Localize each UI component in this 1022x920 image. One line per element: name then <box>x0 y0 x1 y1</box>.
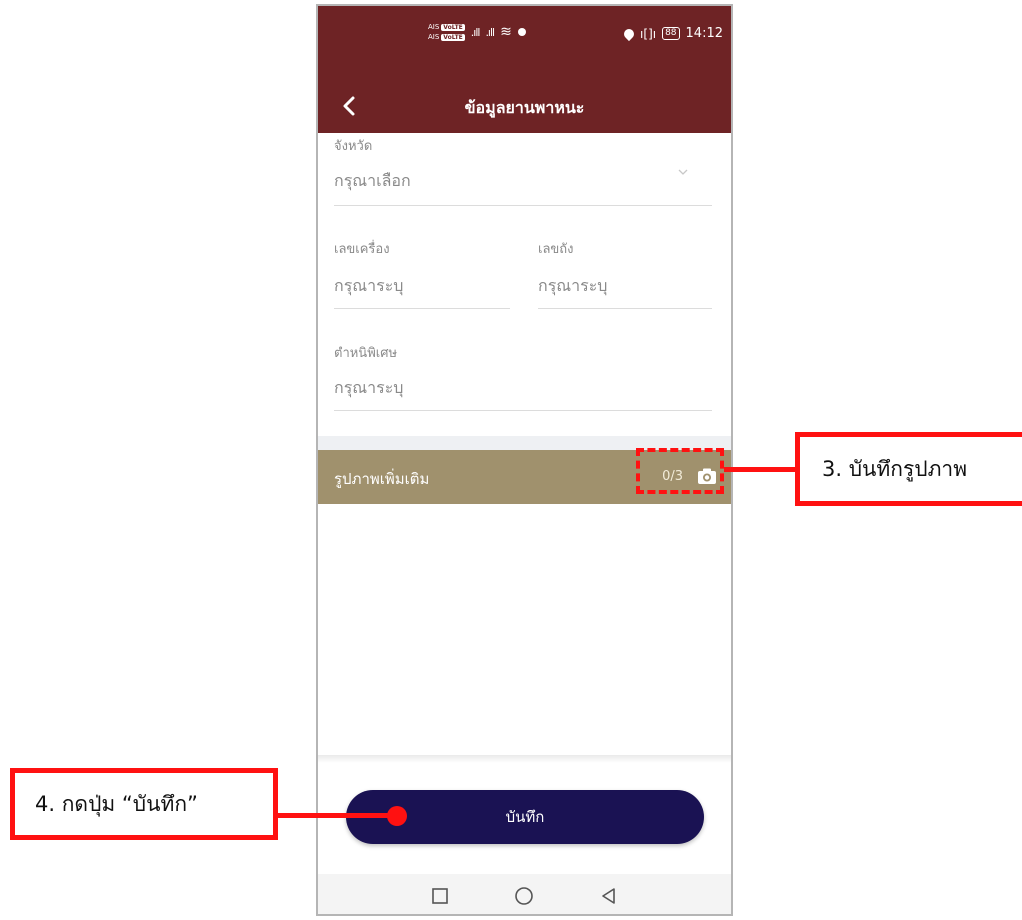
sim-indicators: AIS VoLTE AIS VoLTE <box>428 23 465 41</box>
nav-back-icon[interactable] <box>596 883 622 909</box>
chassis-no-underline <box>538 308 712 309</box>
special-mark-label: ตำหนิพิเศษ <box>334 346 398 361</box>
chevron-down-icon <box>678 169 688 175</box>
nav-home-icon[interactable] <box>511 883 537 909</box>
engine-no-label: เลขเครื่อง <box>334 242 390 257</box>
status-bar: AIS VoLTE AIS VoLTE .ıll .ıll ≋ ı[]ı 88 … <box>318 6 731 80</box>
battery-icon: 88 <box>662 27 680 40</box>
location-icon <box>621 26 637 41</box>
step4-callout: 4. กดปุ่ม “บันทึก” <box>10 768 278 840</box>
engine-no-input[interactable]: กรุณาระบุ <box>334 274 509 299</box>
special-mark-underline <box>334 410 712 411</box>
android-nav-bar <box>318 874 731 914</box>
chassis-no-input[interactable]: กรุณาระบุ <box>538 274 713 299</box>
app-bar: ข้อมูลยานพาหนะ <box>318 80 731 133</box>
signal-icon: .ıll <box>470 25 481 39</box>
sim1: AIS VoLTE <box>428 23 465 31</box>
sim2-label: AIS <box>428 33 440 41</box>
photo-section-title: รูปภาพเพิ่มเติม <box>334 470 430 488</box>
province-select[interactable]: กรุณาเลือก <box>334 169 714 194</box>
sim2: AIS VoLTE <box>428 33 465 41</box>
sim1-label: AIS <box>428 23 440 31</box>
clock: 14:12 <box>685 26 723 41</box>
province-label: จังหวัด <box>334 139 373 154</box>
status-left: AIS VoLTE AIS VoLTE .ıll .ıll ≋ <box>428 23 526 41</box>
status-right: ı[]ı 88 14:12 <box>621 26 723 41</box>
chassis-no-label: เลขถัง <box>538 242 574 257</box>
nav-recents-icon[interactable] <box>427 883 453 909</box>
page-title: ข้อมูลยานพาหนะ <box>464 98 585 117</box>
signal-icon: .ıll <box>485 25 495 39</box>
province-underline <box>334 205 712 206</box>
camera-highlight-box <box>636 448 724 494</box>
step4-pointer-dot <box>387 806 407 826</box>
special-mark-input[interactable]: กรุณาระบุ <box>334 376 714 401</box>
wifi-icon: ≋ <box>500 24 512 40</box>
volte-badge: VoLTE <box>441 33 465 41</box>
engine-no-underline <box>334 308 510 309</box>
bottom-separator <box>318 755 731 763</box>
volte-badge: VoLTE <box>441 23 465 31</box>
step3-callout: 3. บันทึกรูปภาพ <box>795 432 1022 506</box>
step4-connector <box>278 813 396 818</box>
step3-connector <box>724 467 796 472</box>
message-icon <box>517 28 526 36</box>
vibrate-icon: ı[]ı <box>640 26 657 41</box>
